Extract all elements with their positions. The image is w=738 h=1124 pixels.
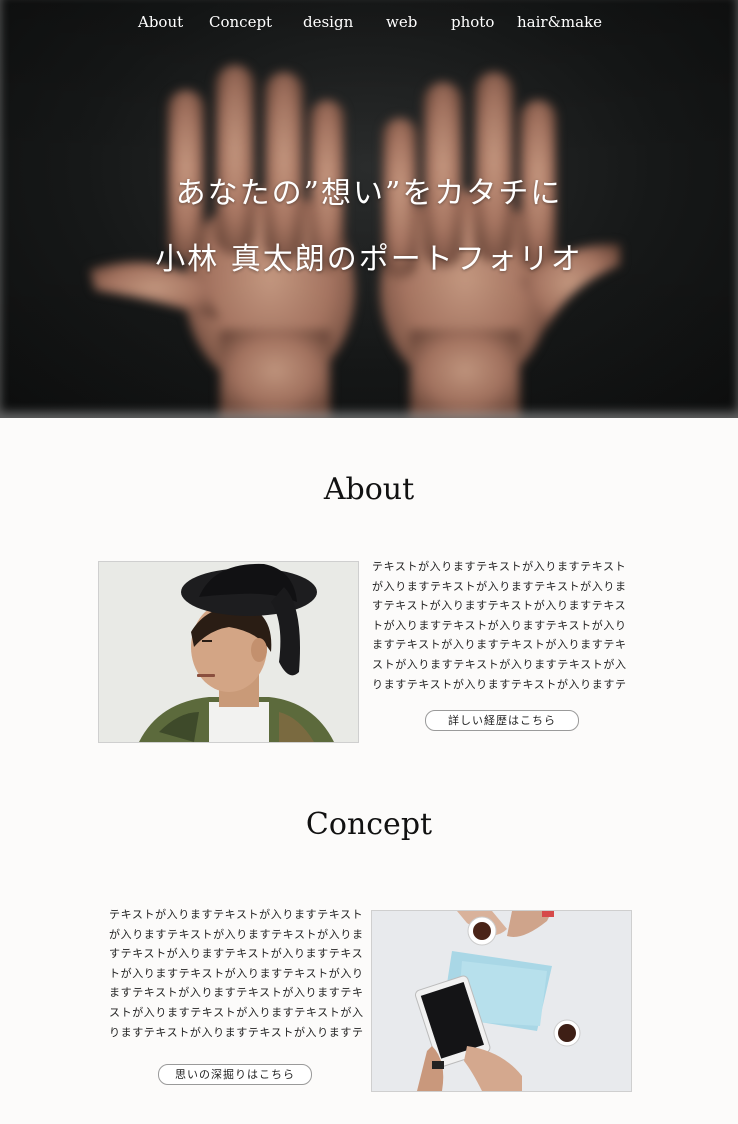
portrait-photo-icon <box>99 562 358 742</box>
about-career-button[interactable]: 詳しい経歴はこちら <box>425 710 579 731</box>
about-portrait-image <box>98 561 359 743</box>
nav-web[interactable]: web <box>386 13 417 31</box>
desk-photo-icon <box>372 911 631 1091</box>
hero-banner: About Concept design web photo hair&make… <box>0 0 738 418</box>
concept-more-button[interactable]: 思いの深掘りはこちら <box>158 1064 312 1085</box>
hero-title: 小林 真太朗のポートフォリオ <box>155 242 583 277</box>
nav-hair-make[interactable]: hair&make <box>517 13 602 31</box>
nav-about[interactable]: About <box>138 13 183 31</box>
about-description: テキストが入りますテキストが入りますテキストが入りますテキストが入りますテキスト… <box>372 560 627 691</box>
hero-tagline: あなたの”想い”をカタチに <box>175 176 563 211</box>
nav-photo[interactable]: photo <box>451 13 494 31</box>
nav-concept[interactable]: Concept <box>209 13 272 31</box>
about-heading: About <box>323 472 415 507</box>
concept-desk-image <box>371 910 632 1092</box>
nav-design[interactable]: design <box>303 13 353 31</box>
concept-heading: Concept <box>305 807 433 842</box>
main-nav: About Concept design web photo hair&make <box>0 13 738 35</box>
concept-description: テキストが入りますテキストが入りますテキストが入りますテキストが入りますテキスト… <box>109 908 364 1039</box>
